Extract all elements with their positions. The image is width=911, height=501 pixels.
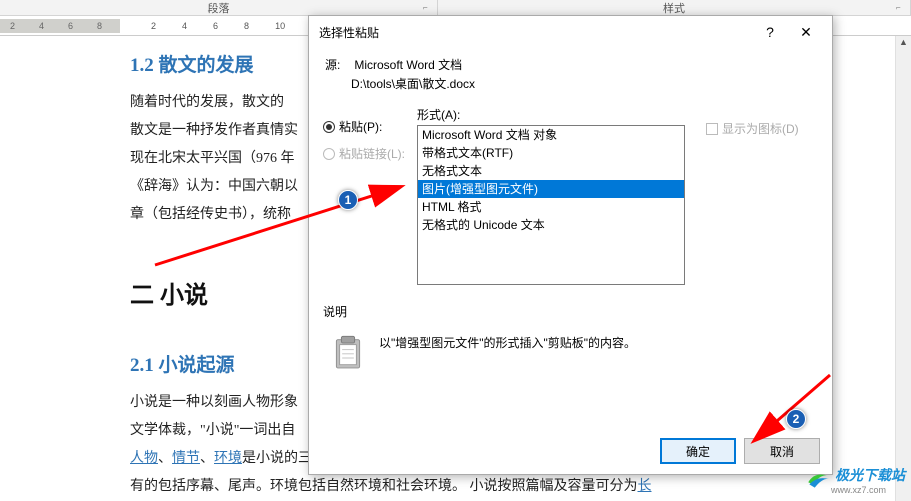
help-button[interactable]: ? [752,18,788,46]
close-button[interactable]: ✕ [788,18,824,46]
hyperlink-people[interactable]: 人物 [130,451,158,466]
clipboard-icon [325,330,371,376]
dialog-launcher-icon[interactable]: ⌐ [896,3,906,13]
paragraph: 有的包括序幕、尾声。环境包括自然环境和社会环境。 小说按照篇幅及容量可分为长 [130,475,876,499]
description-text: 以"增强型图元文件"的形式插入"剪贴板"的内容。 [379,326,636,351]
source-app: Microsoft Word 文档 [354,58,462,72]
radio-paste[interactable]: 粘贴(P): [323,118,417,135]
annotation-badge-1: 1 [338,190,358,210]
hyperlink-long[interactable]: 长 [638,479,652,494]
ribbon-group-label: 样式 [663,0,685,16]
hyperlink-environment[interactable]: 环境 [214,451,242,466]
radio-icon [323,121,335,133]
format-label: 形式(A): [417,106,698,123]
hyperlink-plot[interactable]: 情节 [172,451,200,466]
ribbon-bar: 段落 ⌐ 样式 ⌐ [0,0,911,16]
ribbon-group-styles: 样式 ⌐ [438,0,911,15]
ribbon-group-paragraph: 段落 ⌐ [0,0,438,15]
dialog-titlebar[interactable]: 选择性粘贴 ? ✕ [309,16,832,48]
watermark-url: www.xz7.com [831,485,905,495]
list-item-selected[interactable]: 图片(增强型图元文件) [418,180,684,198]
list-item[interactable]: HTML 格式 [418,198,684,216]
list-item[interactable]: 无格式的 Unicode 文本 [418,216,684,234]
annotation-badge-2: 2 [786,409,806,429]
cancel-button[interactable]: 取消 [744,438,820,464]
radio-icon [323,148,335,160]
watermark-brand: 极光下载站 [835,467,905,483]
dialog-launcher-icon[interactable]: ⌐ [423,3,433,13]
source-path: D:\tools\桌面\散文.docx [323,75,818,92]
source-row: 源: Microsoft Word 文档 [323,56,818,73]
ok-button[interactable]: 确定 [660,438,736,464]
dialog-title: 选择性粘贴 [319,24,752,41]
scroll-up-icon[interactable]: ▲ [897,37,911,51]
list-item[interactable]: 无格式文本 [418,162,684,180]
checkbox-icon [706,123,718,135]
ribbon-group-label: 段落 [208,0,230,16]
show-as-icon-checkbox: 显示为图标(D) [706,120,818,137]
vertical-scrollbar[interactable]: ▲ [895,36,911,501]
list-item[interactable]: Microsoft Word 文档 对象 [418,126,684,144]
format-listbox[interactable]: Microsoft Word 文档 对象 带格式文本(RTF) 无格式文本 图片… [417,125,685,285]
watermark: 极光下载站 www.xz7.com [805,465,905,495]
paste-special-dialog: 选择性粘贴 ? ✕ 源: Microsoft Word 文档 D:\tools\… [308,15,833,475]
description-label: 说明 [323,303,818,320]
ruler-margin-area: 2 4 6 8 [0,19,120,33]
watermark-icon [805,466,831,495]
paste-mode-group: 粘贴(P): 粘贴链接(L): [323,106,417,285]
radio-paste-link[interactable]: 粘贴链接(L): [323,145,417,162]
source-label: 源: [325,56,351,73]
list-item[interactable]: 带格式文本(RTF) [418,144,684,162]
